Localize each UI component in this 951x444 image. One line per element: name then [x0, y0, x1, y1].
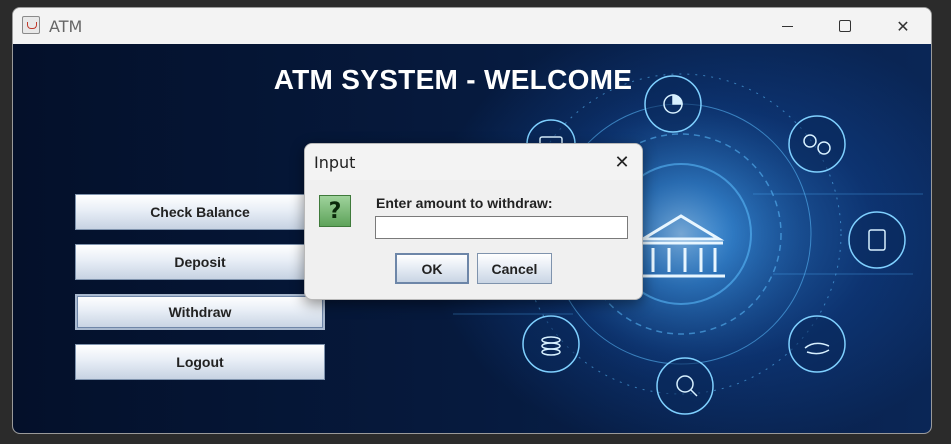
- title-bar[interactable]: ATM ✕: [13, 8, 931, 44]
- input-dialog: Input ✕ ? Enter amount to withdraw: OK C…: [304, 143, 643, 300]
- minimize-icon: [781, 25, 793, 27]
- dollar-search-icon: [656, 357, 714, 415]
- dialog-prompt: Enter amount to withdraw:: [376, 195, 553, 211]
- currency-exchange-icon: [788, 115, 846, 173]
- close-icon: ✕: [896, 16, 910, 36]
- window-title: ATM: [49, 17, 83, 36]
- minimize-button[interactable]: [758, 8, 816, 44]
- logout-button[interactable]: Logout: [75, 344, 325, 380]
- withdraw-button[interactable]: Withdraw: [75, 294, 325, 330]
- ok-button[interactable]: OK: [395, 253, 469, 284]
- close-icon: ✕: [614, 151, 630, 173]
- java-app-icon: [22, 16, 40, 34]
- dialog-title: Input: [314, 153, 356, 172]
- close-button[interactable]: ✕: [874, 8, 931, 44]
- check-balance-button[interactable]: Check Balance: [75, 194, 325, 230]
- welcome-heading: ATM SYSTEM - WELCOME: [273, 64, 633, 95]
- dialog-title-bar[interactable]: Input ✕: [305, 144, 642, 180]
- maximize-button[interactable]: [816, 8, 874, 44]
- question-icon: ?: [319, 195, 351, 227]
- wallet-icon: [848, 211, 906, 269]
- amount-input[interactable]: [375, 216, 628, 239]
- dialog-close-button[interactable]: ✕: [602, 144, 642, 180]
- cancel-button[interactable]: Cancel: [477, 253, 552, 284]
- maximize-icon: [839, 20, 851, 32]
- coins-icon: [522, 315, 580, 373]
- deposit-button[interactable]: Deposit: [75, 244, 325, 280]
